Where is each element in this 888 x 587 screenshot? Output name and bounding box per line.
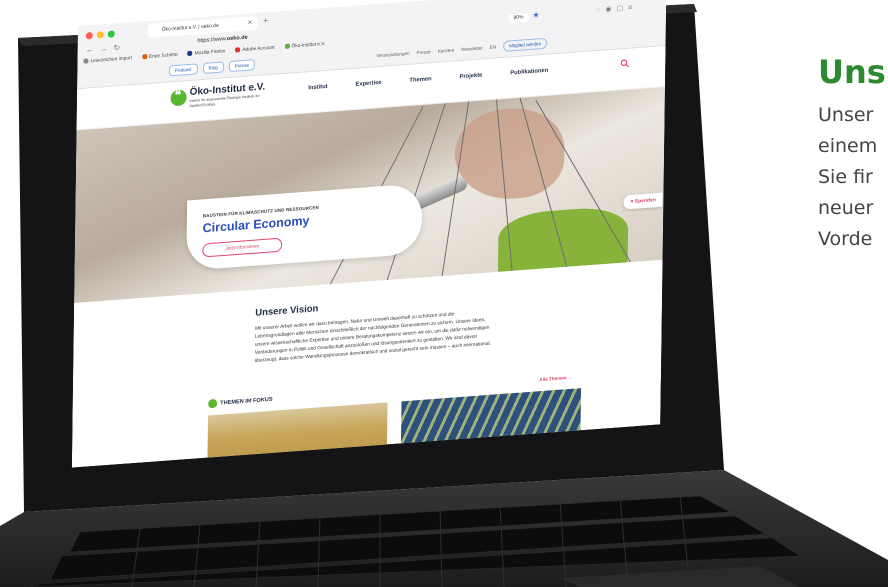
utility-link-newsletter[interactable]: Newsletter — [461, 45, 483, 52]
laptop-screen: Öko-Institut e.V. | oeko.de ✕ + ←→↻ http… — [71, 0, 667, 468]
extensions-icon[interactable]: ▢ — [616, 5, 628, 13]
hero-card: BAUSTEIN FÜR KLIMASCHUTZ UND RESSOURCEN … — [186, 183, 423, 271]
logo-quote-icon: ❝ — [174, 87, 182, 103]
bookmark-icon — [284, 43, 290, 49]
url-prefix: https://www. — [197, 36, 227, 45]
bookmark-icon — [141, 54, 147, 60]
nav-item-expertise[interactable]: Expertise — [355, 80, 381, 88]
themen-icon — [208, 398, 218, 409]
reload-icon[interactable]: ↻ — [113, 43, 126, 53]
nav-item-themen[interactable]: Themen — [409, 76, 431, 84]
bookmark-item[interactable]: Lesezeichen import — [83, 55, 132, 65]
bookmark-icon — [235, 47, 241, 53]
shield-icon[interactable]: ◌ — [596, 6, 605, 14]
nav-item-publikationen[interactable]: Publikationen — [510, 68, 548, 77]
bookmark-icon — [83, 58, 89, 64]
vision-text: Mit unserer Arbeit wollen wir dazu beitr… — [254, 312, 491, 364]
toolbar-icons: ◌◉▢≡ — [596, 3, 637, 14]
utility-link-blog[interactable]: Blog — [202, 61, 224, 75]
close-tab-icon[interactable]: ✕ — [247, 16, 252, 30]
vision-title: Unsere Vision — [255, 303, 319, 319]
url-domain: oeko.de — [226, 34, 248, 43]
language-switch[interactable]: EN — [490, 44, 496, 49]
utility-link-podcast[interactable]: Podcast — [168, 63, 198, 77]
back-icon[interactable]: ← — [86, 44, 100, 54]
bookmark-item[interactable]: Mozilla Firefox — [187, 48, 226, 57]
search-icon[interactable] — [620, 59, 629, 69]
zoom-level[interactable]: 90% — [508, 12, 529, 24]
minimize-window-icon[interactable] — [96, 31, 104, 39]
main-navigation: Institut Expertise Themen Projekte Publi… — [308, 68, 548, 92]
browser-window: Öko-Institut e.V. | oeko.de ✕ + ←→↻ http… — [71, 0, 667, 468]
utility-link-karriere[interactable]: Karriere — [438, 48, 454, 54]
maximize-window-icon[interactable] — [107, 30, 115, 38]
hero-cta-button[interactable]: Jetzt informieren — [202, 237, 283, 258]
themen-heading: THEMEN IM FOKUS — [220, 396, 273, 407]
nav-item-institut[interactable]: Institut — [308, 84, 327, 91]
bookmark-icon — [187, 50, 193, 57]
bookmark-item[interactable]: Erste Schritte — [141, 52, 178, 61]
close-window-icon[interactable] — [85, 31, 93, 40]
donate-button[interactable]: ♥ Spenden — [623, 192, 663, 210]
utility-link-veranstaltungen[interactable]: Veranstaltungen — [376, 51, 409, 58]
bookmark-star-icon[interactable]: ★ — [532, 10, 539, 20]
window-controls — [85, 30, 115, 40]
nav-buttons: ←→↻ — [86, 43, 127, 55]
all-topics-link[interactable]: Alle Themen → — [539, 375, 572, 382]
tab-title: Öko-Institut e.V. | oeko.de — [161, 22, 219, 33]
utility-link-presse[interactable]: Presse — [228, 59, 256, 73]
bookmark-item[interactable]: Adobe Account — [235, 45, 275, 54]
nav-item-projekte[interactable]: Projekte — [459, 73, 482, 81]
bookmark-item[interactable]: Öko-Institut e.V. — [284, 41, 326, 50]
menu-icon[interactable]: ≡ — [628, 4, 637, 12]
forward-icon[interactable]: → — [100, 43, 114, 53]
donate-label: Spenden — [634, 197, 656, 205]
account-icon[interactable]: ◉ — [605, 6, 616, 14]
new-tab-icon[interactable]: + — [263, 16, 268, 25]
hero-image-hand — [454, 104, 566, 203]
utility-link-presse[interactable]: Presse — [417, 49, 431, 55]
